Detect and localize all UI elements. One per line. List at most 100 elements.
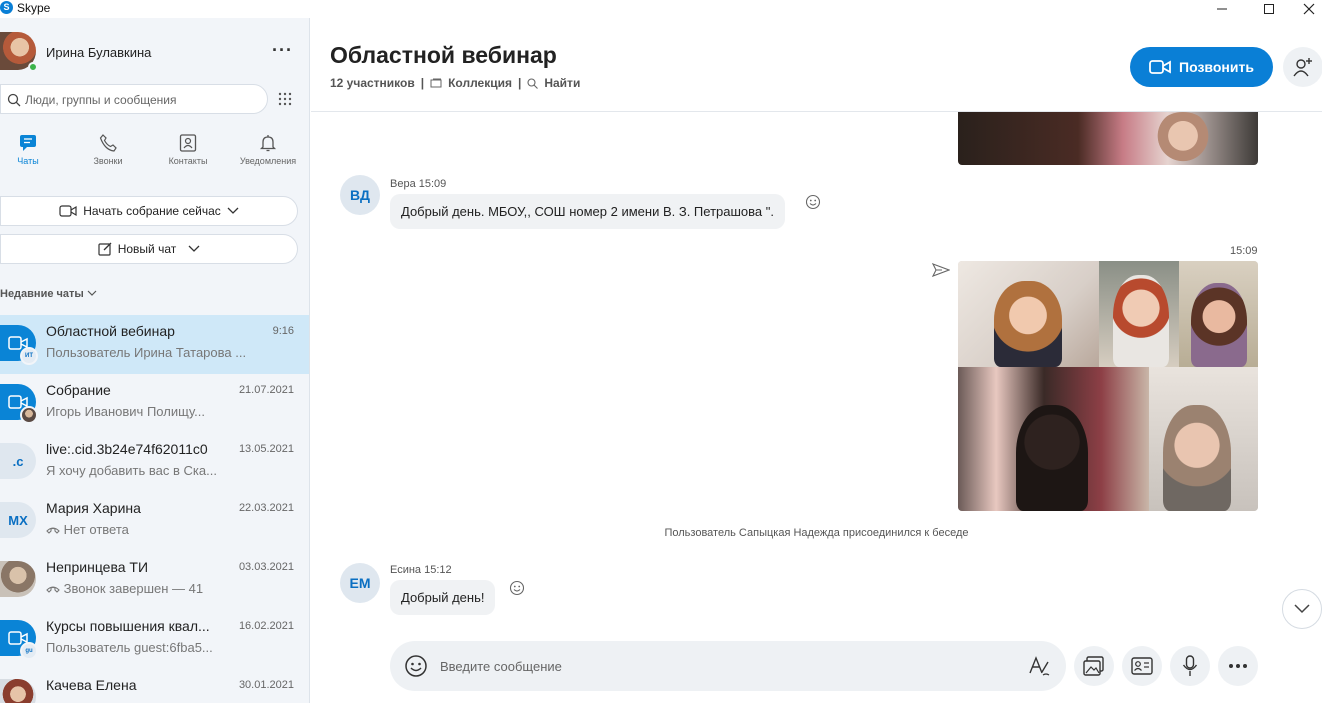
message-bubble[interactable]: Добрый день. МБОУ,, СОШ номер 2 имени В.… [390,194,785,229]
list-item[interactable]: gu Курсы повышения квал... 16.02.2021 По… [0,610,309,669]
chat-name: Курсы повышения квал... [46,618,210,634]
video-call-icon [1149,60,1171,74]
chat-time: 03.03.2021 [238,561,294,573]
maximize-icon [1264,4,1274,14]
list-item[interactable]: ИТ Областной вебинар 9:16 Пользователь И… [0,315,309,374]
chat-preview: Пользователь guest:6fba5... [46,640,213,655]
add-reaction-button[interactable] [805,194,821,215]
call-ended-icon [46,586,60,593]
list-item[interactable]: Собрание 21.07.2021 Игорь Иванович Полищ… [0,374,309,433]
tab-label: Уведомления [239,156,297,166]
add-person-icon [1293,58,1312,77]
emoji-icon [805,194,821,210]
sender-avatar[interactable]: ВД [340,175,380,215]
missed-call-icon [46,527,60,534]
add-reaction-button[interactable] [509,580,525,601]
send-icon [931,262,951,278]
participant-badge: ИТ [20,347,38,365]
emoji-button[interactable] [404,654,428,683]
tab-calls[interactable]: Звонки [68,134,148,166]
participant-badge: gu [20,642,38,660]
message-input[interactable] [440,656,1000,676]
nav-tabs: Чаты Звонки Контакты Уведомления [0,134,309,174]
participant-face [1016,405,1088,511]
chat-preview-text: Звонок завершен — 41 [63,581,204,596]
participant-face [1153,112,1213,165]
format-text-button[interactable] [1028,656,1050,681]
search-box[interactable] [0,84,268,114]
chevron-down-icon [87,290,97,296]
tab-notifications[interactable]: Уведомления [228,134,308,166]
dialpad-icon [278,92,292,106]
initials-avatar: МХ [0,502,36,538]
shared-video-snapshot[interactable] [958,112,1258,165]
emoji-icon [509,580,525,596]
participants-link[interactable]: 12 участников [330,76,415,90]
recent-chats-toggle[interactable]: Недавние чаты [0,288,97,300]
photo-avatar [0,561,36,597]
collection-link[interactable]: Коллекция [448,76,512,90]
initials-avatar: .c [0,443,36,479]
participant-face [994,281,1062,367]
profile[interactable]: Ирина Булавкина ··· [0,32,309,72]
format-text-icon [1029,656,1050,676]
chevron-down-icon [188,245,200,252]
tab-label: Звонки [93,156,123,166]
phone-icon [99,134,117,152]
list-item[interactable]: МХ Мария Харина 22.03.2021 Нет ответа [0,492,309,551]
maximize-button[interactable] [1249,0,1289,18]
new-chat-button[interactable]: Новый чат [0,234,298,264]
tab-contacts[interactable]: Контакты [148,134,228,166]
sender-avatar[interactable]: ЕМ [340,563,380,603]
chat-preview: Нет ответа [46,522,271,537]
shared-video-snapshot[interactable] [958,261,1258,511]
chat-time: 16.02.2021 [238,620,294,632]
gallery-icon [1083,656,1104,676]
send-contact-button[interactable] [1122,646,1162,686]
chat-preview: Звонок завершен — 41 [46,581,271,596]
close-button[interactable] [1295,0,1322,18]
more-options-icon[interactable]: ··· [272,40,293,61]
voice-message-button[interactable] [1170,646,1210,686]
new-chat-label: Новый чат [117,242,177,256]
video-tile-participant [958,367,1149,511]
video-tile-participant [1149,367,1258,511]
list-item[interactable]: Качева Елена 30.01.2021 [0,669,309,703]
participant-photo-avatar [20,406,38,424]
meet-now-button[interactable]: Начать собрание сейчас [0,196,298,226]
participant-face [1191,283,1247,367]
search-input[interactable] [25,90,261,110]
chat-name: Мария Харина [46,500,141,516]
find-link[interactable]: Найти [544,76,580,90]
tab-label: Контакты [168,156,208,166]
more-options-button[interactable] [1218,646,1258,686]
message-composer [390,641,1066,691]
list-item[interactable]: .c live:.cid.3b24e74f62011c0 13.05.2021 … [0,433,309,492]
dialpad-button[interactable] [270,84,300,114]
chat-time: 22.03.2021 [238,502,294,514]
group-call-avatar [0,384,38,424]
chat-preview-text: Нет ответа [63,522,129,537]
list-item[interactable]: Непринцева ТИ 03.03.2021 Звонок завершен… [0,551,309,610]
system-message: Пользователь Сапыцкая Надежда присоедини… [664,527,969,539]
minimize-icon [1217,8,1227,10]
compose-icon [98,242,112,256]
chat-name: Областной вебинар [46,323,175,339]
message-bubble[interactable]: Добрый день! [390,580,496,615]
send-media-button[interactable] [1074,646,1114,686]
chat-preview: Пользователь Ирина Татарова ... [46,345,247,360]
minimize-button[interactable] [1202,0,1242,18]
scroll-to-bottom-button[interactable] [1282,589,1322,629]
sidebar: Ирина Булавкина ··· Чаты Звонки Контакты… [0,18,310,703]
search-icon [527,77,539,89]
search-icon [7,93,21,107]
participant-face [1113,275,1169,367]
message-meta: Вера 15:09 [390,178,447,190]
tab-chats[interactable]: Чаты [0,134,68,166]
add-participant-button[interactable] [1283,47,1322,87]
title-bar: S Skype [0,0,1322,18]
window-title: Skype [17,1,51,15]
photo-avatar [0,679,36,703]
call-button[interactable]: Позвонить [1130,47,1273,87]
sent-status-icon [931,262,951,282]
